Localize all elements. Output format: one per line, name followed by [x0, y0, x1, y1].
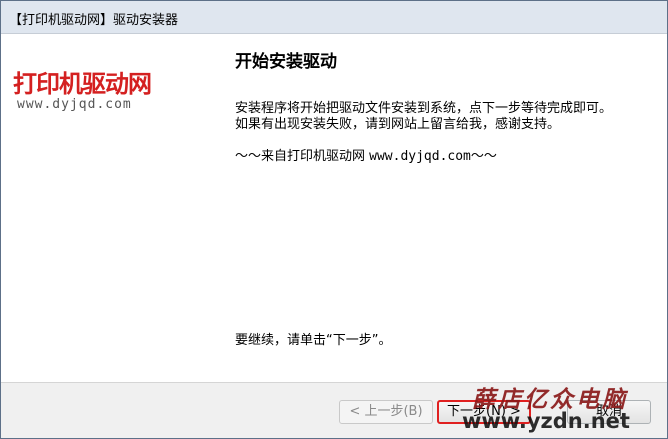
installer-window: 【打印机驱动网】驱动安装器 打印机驱动网 www.dyjqd.com 开始安装驱…: [0, 0, 668, 439]
site-logo: 打印机驱动网 www.dyjqd.com: [13, 64, 183, 134]
signature-line: ～～来自打印机驱动网 www.dyjqd.com～～: [235, 149, 615, 165]
signature-prefix: ～～来自打印机驱动网: [235, 149, 370, 164]
cancel-button[interactable]: 取消: [567, 400, 651, 424]
window-title: 【打印机驱动网】驱动安装器: [9, 13, 179, 28]
signature-url: www.dyjqd.com: [369, 149, 471, 164]
continue-prompt: 要继续，请单击“下一步”。: [235, 333, 392, 348]
logo-url: www.dyjqd.com: [17, 97, 132, 112]
next-button[interactable]: 下一步(N) >: [437, 400, 531, 424]
description-text: 安装程序将开始把驱动文件安装到系统，点下一步等待完成即可。 如果有出现安装失败，…: [235, 101, 615, 165]
signature-suffix: ～～: [470, 149, 497, 164]
logo-name: 打印机驱动网: [13, 69, 152, 98]
instruction-paragraph: 安装程序将开始把驱动文件安装到系统，点下一步等待完成即可。: [235, 101, 613, 116]
wizard-content: 打印机驱动网 www.dyjqd.com 开始安装驱动 安装程序将开始把驱动文件…: [1, 34, 667, 382]
back-button[interactable]: < 上一步(B): [339, 400, 433, 424]
title-bar[interactable]: 【打印机驱动网】驱动安装器: [1, 1, 667, 34]
page-title: 开始安装驱动: [235, 52, 337, 72]
button-bar: < 上一步(B) 下一步(N) > 取消: [1, 382, 667, 438]
failure-help-paragraph: 如果有出现安装失败，请到网站上留言给我，感谢支持。: [235, 117, 561, 132]
